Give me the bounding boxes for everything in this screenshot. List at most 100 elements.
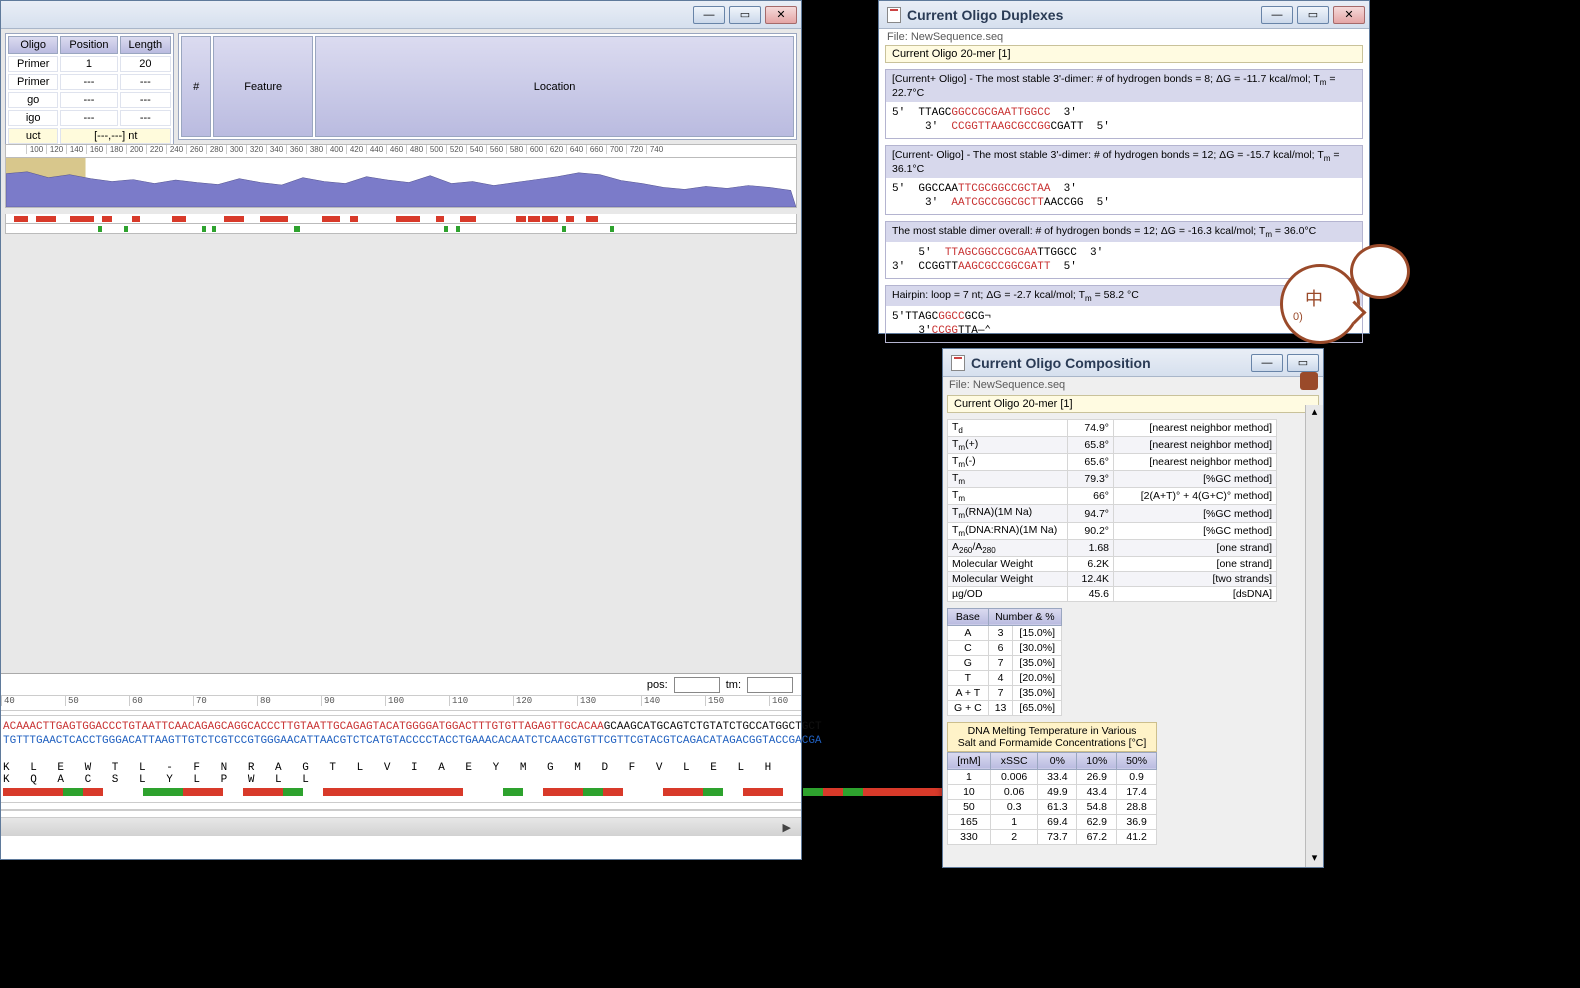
profile-plot[interactable]: 1001201401601802002202402602803003203403… <box>5 144 797 234</box>
table-row[interactable]: igo------ <box>8 110 171 126</box>
amino-acid-color-row <box>1 788 801 798</box>
sequence-panel[interactable]: pos: tm: 4050607080901001101201301401501… <box>1 673 801 859</box>
col-num[interactable]: # <box>181 36 211 137</box>
composition-title: Current Oligo Composition <box>971 355 1151 371</box>
sequence-ruler: 405060708090100110120130140150160 <box>1 696 801 710</box>
col-base[interactable]: Base <box>948 608 989 625</box>
col-feature[interactable]: Feature <box>213 36 313 137</box>
feature-bar-row-2 <box>5 224 797 234</box>
sequence-top-strand: ACAAACTTGAGTGGACCCTGTAATTCAACAGAGCAGGCAC… <box>3 720 799 734</box>
col-oligo[interactable]: Oligo <box>8 36 58 54</box>
position-row: pos: tm: <box>1 674 801 696</box>
amino-acid-row: K L E W T L - F N R A G T L V I A E Y M … <box>1 762 801 786</box>
table-row: 100.0649.943.417.4 <box>948 784 1157 799</box>
table-row: 10.00633.426.90.9 <box>948 769 1157 784</box>
maximize-button[interactable]: ▭ <box>1297 6 1329 24</box>
table-row[interactable]: Primer------ <box>8 74 171 90</box>
salt-head-1: DNA Melting Temperature in Various <box>968 725 1137 737</box>
scroll-down-icon[interactable]: ▾ <box>1306 851 1323 867</box>
table-row: Tm(RNA)(1M Na)94.7°[%GC method] <box>948 505 1277 522</box>
duplexes-window[interactable]: Current Oligo Duplexes — ▭ ✕ File: NewSe… <box>878 0 1370 334</box>
close-button[interactable]: ✕ <box>1333 6 1365 24</box>
scroll-up-icon[interactable]: ▴ <box>1306 405 1323 421</box>
table-row: T4[20.0%] <box>948 670 1062 685</box>
col-header[interactable]: [mM] <box>948 752 991 769</box>
profile-ruler: 1001201401601802002202402602803003203403… <box>5 144 797 158</box>
col-length[interactable]: Length <box>120 36 172 54</box>
duplex-sequence: 5' TTAGCGGCCGCGAATTGGCC 3' 3' CCGGTTAAGC… <box>886 102 1362 138</box>
maximize-button[interactable]: ▭ <box>729 6 761 24</box>
duplex-header: [Current+ Oligo] - The most stable 3'-di… <box>886 70 1362 102</box>
col-header[interactable]: 0% <box>1038 752 1077 769</box>
minimize-button[interactable]: — <box>1261 6 1293 24</box>
duplexes-titlebar[interactable]: Current Oligo Duplexes — ▭ ✕ <box>879 1 1369 29</box>
tm-input[interactable] <box>747 677 793 693</box>
table-row[interactable]: go------ <box>8 92 171 108</box>
col-header[interactable]: 10% <box>1077 752 1117 769</box>
table-row: Tm66°[2(A+T)° + 4(G+C)° method] <box>948 488 1277 505</box>
feature-table[interactable]: # Feature Location <box>178 33 797 140</box>
table-row: Tm(-)65.6°[nearest neighbor method] <box>948 454 1277 471</box>
duplex-header: [Current- Oligo] - The most stable 3'-di… <box>886 146 1362 178</box>
minimize-button[interactable]: — <box>1251 354 1283 372</box>
table-row: C6[30.0%] <box>948 640 1062 655</box>
scroll-right-icon[interactable]: ▶ <box>777 821 797 834</box>
table-row: Td74.9°[nearest neighbor method] <box>948 420 1277 437</box>
base-composition-table: Base Number & % A3[15.0%]C6[30.0%]G7[35.… <box>947 608 1062 716</box>
composition-window[interactable]: Current Oligo Composition — ▭ ▴ ▾ File: … <box>942 348 1324 868</box>
table-row: A + T7[35.0%] <box>948 685 1062 700</box>
duplex-sequence: 5'TTAGCGGCCGCG¬ 3'CCGGTTA—⌃ <box>886 306 1362 342</box>
col-location[interactable]: Location <box>315 36 794 137</box>
duplex-entry: [Current+ Oligo] - The most stable 3'-di… <box>885 69 1363 139</box>
duplexes-title: Current Oligo Duplexes <box>907 7 1063 23</box>
table-row: Tm(+)65.8°[nearest neighbor method] <box>948 437 1277 454</box>
salt-temperature-block: DNA Melting Temperature in Various Salt … <box>947 722 1157 845</box>
vertical-scrollbar[interactable]: ▴ ▾ <box>1305 405 1323 867</box>
properties-table: Td74.9°[nearest neighbor method]Tm(+)65.… <box>947 419 1277 602</box>
file-label: File: NewSequence.seq <box>879 29 1369 45</box>
maximize-button[interactable]: ▭ <box>1287 354 1319 372</box>
file-label: File: NewSequence.seq <box>943 377 1323 393</box>
duplex-entry: [Current- Oligo] - The most stable 3'-di… <box>885 145 1363 215</box>
col-number-pct[interactable]: Number & % <box>988 608 1061 625</box>
duplex-header: The most stable dimer overall: # of hydr… <box>886 222 1362 242</box>
tm-label: tm: <box>726 679 741 691</box>
table-row: Tm(DNA:RNA)(1M Na)90.2°[%GC method] <box>948 522 1277 539</box>
horizontal-scrollbar[interactable]: ▶ <box>1 818 801 836</box>
table-row: A3[15.0%] <box>948 625 1062 640</box>
table-row: A260/A2801.68[one strand] <box>948 539 1277 556</box>
sequence-bottom-strand: TGTTTGAACTCACCTGGGACATTAAGTTGTCTCGTCCGTG… <box>3 734 799 748</box>
col-header[interactable]: 50% <box>1117 752 1157 769</box>
duplex-entry: Hairpin: loop = 7 nt; ΔG = -2.7 kcal/mol… <box>885 285 1363 343</box>
col-header[interactable]: xSSC <box>990 752 1038 769</box>
close-button[interactable]: ✕ <box>765 6 797 24</box>
pos-label: pos: <box>647 679 668 691</box>
minimize-button[interactable]: — <box>693 6 725 24</box>
table-row: 165169.462.936.9 <box>948 814 1157 829</box>
document-icon <box>887 7 901 23</box>
table-row: 330273.767.241.2 <box>948 829 1157 844</box>
main-sequence-window[interactable]: — ▭ ✕ Oligo Position Length Primer120 Pri… <box>0 0 802 860</box>
duplex-sequence: 5' TTAGCGGCCGCGAATTGGCC 3' 3' CCGGTTAAGC… <box>886 242 1362 278</box>
table-row: Molecular Weight6.2K[one strand] <box>948 556 1277 571</box>
duplex-entry: The most stable dimer overall: # of hydr… <box>885 221 1363 279</box>
salt-table: [mM]xSSC0%10%50% 10.00633.426.90.9100.06… <box>947 752 1157 845</box>
table-row: 500.361.354.828.8 <box>948 799 1157 814</box>
oligo-table[interactable]: Oligo Position Length Primer120 Primer---… <box>5 33 174 147</box>
oligo-subheader: Current Oligo 20-mer [1] <box>947 395 1319 413</box>
duplex-header: Hairpin: loop = 7 nt; ΔG = -2.7 kcal/mol… <box>886 286 1362 306</box>
main-titlebar[interactable]: — ▭ ✕ <box>1 1 801 29</box>
table-row[interactable]: uct[---,---] nt <box>8 128 171 144</box>
table-row[interactable]: Primer120 <box>8 56 171 72</box>
pos-input[interactable] <box>674 677 720 693</box>
table-row: Tm79.3°[%GC method] <box>948 471 1277 488</box>
oligo-subheader: Current Oligo 20-mer [1] <box>885 45 1363 63</box>
table-row: G + C13[65.0%] <box>948 700 1062 715</box>
composition-titlebar[interactable]: Current Oligo Composition — ▭ <box>943 349 1323 377</box>
salt-head-2: Salt and Formamide Concentrations [°C] <box>958 737 1147 749</box>
table-row: µg/OD45.6[dsDNA] <box>948 586 1277 601</box>
document-icon <box>951 355 965 371</box>
col-position[interactable]: Position <box>60 36 117 54</box>
feature-bar-row-1 <box>5 214 797 224</box>
profile-area <box>5 158 797 208</box>
